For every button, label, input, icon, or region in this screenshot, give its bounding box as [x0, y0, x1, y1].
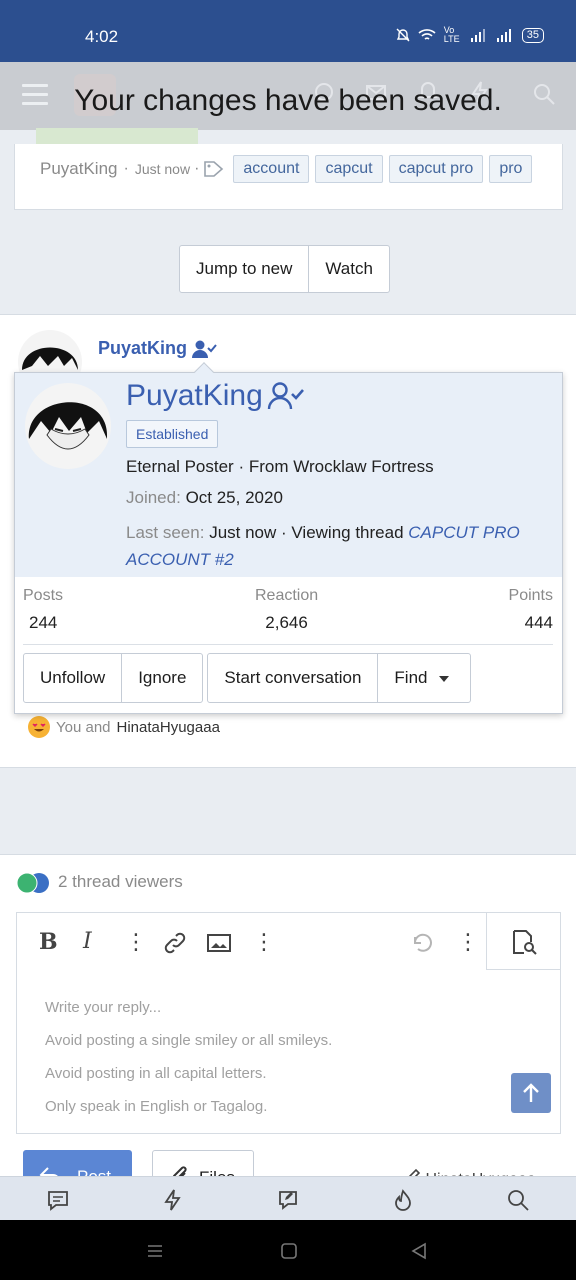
start-conversation-button[interactable]: Start conversation	[208, 654, 377, 702]
battery-icon: 35	[521, 27, 544, 43]
signal-icon	[470, 29, 485, 42]
member-actions: Unfollow Ignore Start conversation Find	[23, 653, 472, 703]
alarm-off-icon	[396, 28, 410, 42]
undo-icon[interactable]	[411, 933, 433, 953]
signal-icon-2	[496, 29, 511, 42]
member-joined: Joined: Oct 25, 2020	[126, 488, 283, 507]
thread-time[interactable]: Just now	[135, 161, 190, 177]
new-post-icon[interactable]	[277, 1189, 299, 1211]
heart-eyes-emoji-icon	[28, 716, 50, 738]
trending-fire-icon[interactable]	[392, 1189, 414, 1211]
more-text-options-icon[interactable]: ⋮	[125, 929, 147, 955]
member-last-seen: Last seen: Just now · Viewing thread CAP…	[126, 523, 520, 569]
reply-editor[interactable]: B I ⋮ ⋮ ⋮ Write your reply... Avoid post…	[16, 912, 561, 1134]
link-icon[interactable]	[163, 931, 187, 955]
back-icon[interactable]	[410, 1242, 428, 1260]
lightning-icon[interactable]	[162, 1189, 184, 1211]
arrow-up-icon	[523, 1083, 539, 1102]
preview-icon	[513, 930, 537, 955]
likes-user[interactable]: HinataHyugaaa	[117, 719, 220, 736]
member-username[interactable]: PuyatKing	[126, 379, 305, 413]
home-icon[interactable]	[280, 1242, 298, 1260]
stat-reaction[interactable]: Reaction 2,646	[255, 587, 318, 633]
preview-button[interactable]	[486, 913, 561, 970]
recent-apps-icon[interactable]	[146, 1242, 164, 1260]
bold-icon[interactable]: B	[39, 929, 58, 955]
ignore-button[interactable]: Ignore	[121, 654, 202, 702]
thread-action-buttons: Jump to new Watch	[179, 245, 390, 293]
member-badge: Established	[126, 420, 219, 448]
wifi-icon	[418, 29, 436, 40]
tag-capcut[interactable]: capcut	[315, 155, 383, 183]
member-avatar[interactable]	[25, 383, 111, 469]
post-author-name[interactable]: PuyatKing	[98, 338, 217, 359]
network-type: Vo LTE	[443, 25, 460, 44]
messages-icon[interactable]	[47, 1189, 69, 1211]
user-check-icon	[192, 340, 217, 358]
tag-account[interactable]: account	[233, 155, 310, 183]
scroll-top-button[interactable]	[511, 1073, 551, 1113]
jump-to-new-button[interactable]: Jump to new	[180, 246, 308, 292]
find-button[interactable]: Find	[377, 654, 470, 702]
italic-icon[interactable]: I	[83, 929, 92, 954]
editor-placeholder: Write your reply... Avoid posting a sing…	[45, 999, 333, 1115]
tag-icon	[204, 161, 224, 177]
bottom-navigation	[0, 1176, 576, 1220]
chevron-down-icon	[439, 676, 450, 682]
search-icon[interactable]	[507, 1189, 529, 1211]
toast-message: Your changes have been saved.	[74, 84, 502, 117]
thread-viewers-count[interactable]: 2 thread viewers	[58, 872, 183, 892]
status-bar: 4:02 Vo LTE 35	[0, 0, 576, 62]
stat-posts[interactable]: Posts 244	[23, 587, 63, 633]
reaction-summary[interactable]: You and HinataHyugaaa	[28, 716, 220, 738]
member-stats: Posts 244 Reaction 2,646 Points 444	[23, 587, 553, 645]
image-icon[interactable]	[207, 933, 231, 953]
member-tooltip: PuyatKing Established Eternal Poster · F…	[14, 362, 563, 714]
unfollow-button[interactable]: Unfollow	[24, 654, 121, 702]
thread-meta-card: PuyatKing · Just now · account capcut ca…	[14, 144, 563, 210]
member-title: Eternal Poster · From Wrocklaw Fortress	[126, 457, 434, 476]
tag-pro[interactable]: pro	[489, 155, 533, 183]
thread-author[interactable]: PuyatKing	[40, 159, 118, 179]
system-navigation	[0, 1220, 576, 1280]
likes-prefix: You and	[56, 718, 111, 736]
more-options-icon[interactable]: ⋮	[457, 929, 479, 955]
user-check-icon	[267, 382, 304, 410]
status-icons: Vo LTE 35	[396, 26, 544, 44]
viewer-avatars-icon[interactable]	[15, 872, 51, 894]
more-insert-options-icon[interactable]: ⋮	[253, 929, 275, 955]
tag-capcut-pro[interactable]: capcut pro	[388, 155, 484, 183]
success-highlight	[36, 128, 198, 144]
status-time: 4:02	[85, 27, 119, 46]
stat-points[interactable]: Points 444	[509, 587, 553, 633]
watch-button[interactable]: Watch	[308, 246, 389, 292]
editor-toolbar: B I ⋮ ⋮ ⋮	[17, 913, 485, 969]
